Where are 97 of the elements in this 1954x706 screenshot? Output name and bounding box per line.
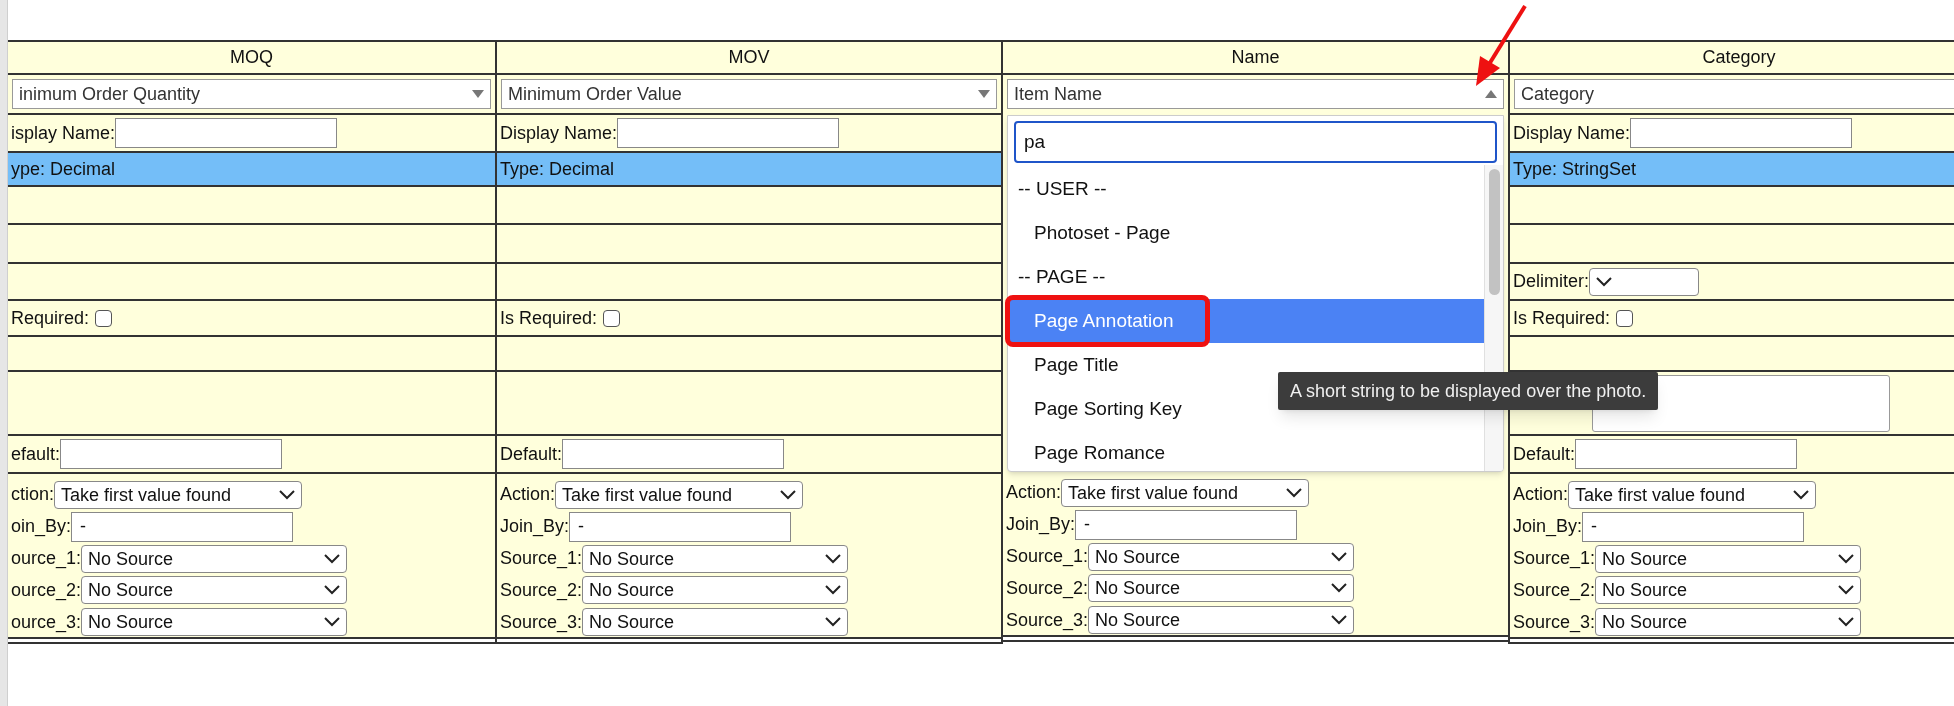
select-field[interactable]: Take first value found [1061,478,1310,507]
field-label: Display Name: [500,121,618,145]
field-label: Required: [11,306,90,330]
checkbox[interactable] [603,309,621,327]
chevron-down-icon [825,617,842,628]
chevron-down-icon [1596,276,1612,287]
select-field[interactable]: No Source [1595,608,1862,637]
select-field[interactable]: No Source [1595,544,1862,573]
input-field[interactable]: - [569,511,792,542]
field-label: Source_3: [500,610,583,635]
column-header: Category [1702,46,1776,69]
checkbox[interactable] [1616,309,1634,327]
input-field[interactable] [1630,118,1853,148]
field-label: Source_3: [1513,610,1596,635]
chevron-down-icon [1331,551,1348,562]
type-row[interactable]: Type: Decimal [497,153,1001,187]
field-select[interactable]: Item Name [1007,79,1504,109]
chevron-down-icon [1838,553,1855,564]
select-field[interactable]: No Source [1595,576,1862,605]
caret-down-icon [978,90,990,98]
input-field[interactable] [1575,439,1798,469]
chevron-down-icon [1838,617,1855,628]
field-label: Default: [500,442,563,466]
select-field[interactable]: No Source [81,576,348,605]
chevron-down-icon [1331,583,1348,594]
select-field[interactable]: No Source [1088,542,1355,571]
input-field[interactable]: - [1582,511,1805,542]
field-select[interactable]: Category [1514,79,1954,109]
chevron-down-icon [279,489,296,500]
field-label: Source_1: [500,547,583,571]
type-row[interactable]: ype: Decimal [8,153,495,187]
option-group-label: -- USER -- [1017,176,1108,201]
select-field[interactable]: No Source [1088,574,1355,603]
select-field[interactable]: Take first value found [555,480,804,509]
chevron-down-icon [1331,615,1348,626]
dropdown-option[interactable]: Photoset - Page [1008,211,1484,255]
field-label: ource_1: [11,547,82,571]
select-field[interactable]: No Source [81,544,348,573]
field-label: Is Required: [1513,306,1611,330]
select-field[interactable]: Take first value found [54,480,303,509]
field-label: efault: [11,442,61,466]
input-field[interactable] [60,439,283,469]
column-header: MOQ [230,46,273,69]
select-field[interactable]: Take first value found [1568,480,1817,509]
chevron-down-icon [1838,585,1855,596]
column-header: Name [1231,46,1280,69]
input-field[interactable]: - [1075,509,1298,540]
field-label: ource_2: [11,578,82,603]
chevron-down-icon [1286,487,1303,498]
chevron-down-icon [324,617,341,628]
select-field[interactable]: No Source [582,576,849,605]
chevron-down-icon [825,585,842,596]
field-label: Join_By: [500,515,570,539]
select-field[interactable]: No Source [582,544,849,573]
field-label: Join_By: [1006,513,1076,537]
checkbox[interactable] [95,309,113,327]
chevron-down-icon [324,553,341,564]
select-field[interactable] [1589,267,1699,296]
field-label: ource_3: [11,610,82,635]
search-field[interactable]: pa [1014,121,1497,163]
field-label: Source_2: [500,578,583,603]
field-select[interactable]: Minimum Order Value [501,79,997,109]
chevron-down-icon [324,585,341,596]
caret-down-icon [472,90,484,98]
chevron-down-icon [1793,489,1810,500]
chevron-down-icon [825,553,842,564]
field-label: Delimiter: [1513,270,1589,293]
type-row[interactable]: Type: StringSet [1510,153,1954,187]
field-label: Source_2: [1513,578,1596,603]
select-field[interactable]: No Source [582,608,849,637]
field-label: Source_1: [1006,545,1089,569]
field-label: Source_2: [1006,576,1089,601]
input-field[interactable]: - [71,511,294,542]
field-select[interactable]: inimum Order Quantity [12,79,491,109]
field-label: Is Required: [500,306,598,330]
field-label: Source_3: [1006,608,1089,633]
dropdown-option[interactable]: Page Romance [1008,431,1484,471]
input-field[interactable] [562,439,785,469]
field-label: Join_By: [1513,515,1583,539]
field-label: Action: [500,483,556,507]
chevron-down-icon [780,489,797,500]
field-label: Action: [1006,481,1062,505]
input-field[interactable] [115,118,338,148]
select-field[interactable]: No Source [81,608,348,637]
input-field[interactable] [617,118,840,148]
tooltip: A short string to be displayed over the photo. [1278,372,1659,410]
select-field[interactable]: No Source [1088,606,1355,635]
field-label: Action: [1513,483,1569,507]
field-label: Default: [1513,442,1576,466]
field-label: Source_1: [1513,547,1596,571]
field-label: oin_By: [11,515,72,539]
option-group-label: -- PAGE -- [1017,264,1107,289]
field-label: Display Name: [1513,121,1631,145]
dropdown-option[interactable]: Page Annotation [1008,299,1484,343]
column-header: MOV [728,46,770,69]
field-label: isplay Name: [11,121,116,145]
field-label: ction: [11,483,55,507]
